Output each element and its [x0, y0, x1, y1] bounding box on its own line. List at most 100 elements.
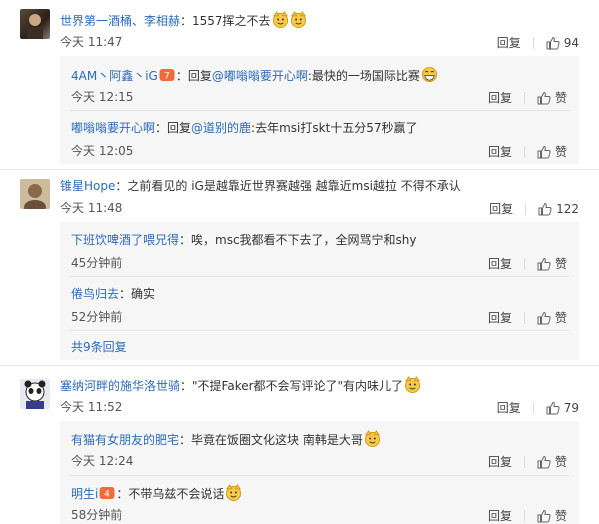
reply-body: 4AM丶阿鑫丶iG 7 ：回复@嘟嗡嗡要开心啊:最快的一场国际比赛: [71, 66, 438, 84]
comment-text: ：1557挥之不去: [180, 14, 271, 28]
like-count: 79: [563, 400, 579, 415]
comment-time: 今天 11:47: [60, 35, 123, 49]
reply-text: :最快的一场国际比赛: [307, 69, 420, 83]
reply-user[interactable]: 明生i: [71, 487, 98, 501]
reply-text: ：毕竟在饭圈文化这块 南韩是大哥: [179, 433, 363, 447]
comment-body: 世界第一酒桶、李相赫：1557挥之不去: [60, 11, 307, 29]
comment-time: 今天 11:52: [60, 400, 123, 414]
reply-item: 4AM丶阿鑫丶iG 7 ：回复@嘟嗡嗡要开心啊:最快的一场国际比赛 今天 12:15…: [60, 56, 579, 110]
vip-badge-icon: 7: [159, 69, 175, 82]
like-label: 赞: [554, 91, 567, 105]
like-button[interactable]: 赞: [537, 453, 567, 470]
like-button[interactable]: 122: [538, 202, 579, 216]
reply-actions: 回复 赞: [488, 255, 567, 272]
reply-button[interactable]: 回复: [488, 309, 512, 326]
reply-user[interactable]: 4AM丶阿鑫丶iG: [71, 69, 158, 83]
divider: [532, 36, 534, 49]
avatar[interactable]: [20, 9, 50, 39]
divider: [70, 330, 569, 331]
reply-mention[interactable]: @道别的鹿: [191, 121, 251, 135]
avatar-image: [27, 14, 43, 39]
like-label: 赞: [554, 145, 567, 159]
reply-prefix: ：回复: [175, 69, 212, 83]
svg-text:7: 7: [164, 72, 170, 82]
reply-body: 嘟嗡嗡要开心啊：回复@道别的鹿:去年msi打skt十五分57秒赢了: [71, 120, 418, 136]
reply-button[interactable]: 回复: [497, 34, 521, 51]
emoji-icon: [226, 484, 242, 501]
thumbs-up-icon: [537, 91, 551, 104]
reply-time: 今天 12:24: [71, 454, 134, 468]
reply-actions: 回复 赞: [488, 89, 567, 106]
reply-actions: 回复 赞: [488, 143, 567, 160]
comment-user[interactable]: 世界第一酒桶、李相赫: [60, 14, 180, 28]
like-count: 94: [563, 35, 579, 50]
like-button[interactable]: 赞: [537, 143, 567, 160]
like-button[interactable]: 赞: [537, 507, 567, 524]
reply-button[interactable]: 回复: [488, 507, 512, 524]
reply-button[interactable]: 回复: [488, 89, 512, 106]
avatar-image: [20, 379, 50, 409]
reply-item: 下班饮啤酒了喂兄得：唉，msc我都看不下去了，全网骂宁和shy 45分钟前 回复…: [60, 222, 579, 276]
reply-actions: 回复 赞: [488, 453, 567, 470]
like-button[interactable]: 79: [546, 401, 579, 415]
emoji-icon: [405, 376, 421, 393]
like-count: 122: [556, 201, 579, 216]
thumbs-up-icon: [537, 257, 551, 270]
avatar[interactable]: [20, 179, 50, 209]
reply-mention[interactable]: @嘟嗡嗡要开心啊: [212, 69, 308, 83]
reply-item: 明生i 4 ：不带乌兹不会说话 58分钟前 回复 赞: [60, 475, 579, 524]
divider: [523, 311, 525, 324]
vip-badge-icon: 4: [99, 487, 115, 500]
reply-body: 有猫有女朋友的肥宅：毕竟在饭圈文化这块 南韩是大哥: [71, 430, 381, 448]
reply-user[interactable]: 倦鸟归去: [71, 287, 119, 301]
comment-body: 塞纳河畔的施华洛世骑："不提Faker都不会写评论了"有内味儿了: [60, 376, 421, 394]
divider: [523, 509, 525, 522]
reply-user[interactable]: 嘟嗡嗡要开心啊: [71, 121, 155, 135]
reply-text: :去年msi打skt十五分57秒赢了: [251, 121, 418, 135]
reply-button[interactable]: 回复: [488, 453, 512, 470]
reply-time: 58分钟前: [71, 508, 123, 522]
reply-time: 今天 12:05: [71, 144, 134, 158]
like-button[interactable]: 赞: [537, 89, 567, 106]
thumbs-up-icon: [537, 509, 551, 522]
thumbs-up-icon: [537, 455, 551, 468]
like-button[interactable]: 赞: [537, 309, 567, 326]
reply-button[interactable]: 回复: [489, 200, 513, 217]
comment-user[interactable]: 锥星Hope: [60, 179, 115, 193]
like-button[interactable]: 赞: [537, 255, 567, 272]
comment-text: ："不提Faker都不会写评论了"有内味儿了: [180, 379, 404, 393]
comment: 世界第一酒桶、李相赫：1557挥之不去 今天 11:47 回复 94 4AM丶阿…: [0, 0, 599, 170]
comment-text: ：之前看见的 iG是越靠近世界赛越强 越靠近msi越拉 不得不承认: [115, 179, 461, 193]
divider: [523, 257, 525, 270]
comment: 塞纳河畔的施华洛世骑："不提Faker都不会写评论了"有内味儿了 今天 11:5…: [0, 366, 599, 524]
reply-prefix: ：回复: [155, 121, 192, 135]
comment-actions: 回复 122: [489, 200, 579, 217]
like-label: 赞: [554, 509, 567, 523]
avatar[interactable]: [20, 379, 50, 409]
reply-list: 4AM丶阿鑫丶iG 7 ：回复@嘟嗡嗡要开心啊:最快的一场国际比赛 今天 12:15…: [60, 56, 579, 164]
thumbs-up-icon: [546, 36, 560, 49]
reply-button[interactable]: 回复: [488, 255, 512, 272]
reply-user[interactable]: 有猫有女朋友的肥宅: [71, 433, 179, 447]
comment-time: 今天 11:48: [60, 201, 123, 215]
avatar-image: [20, 179, 50, 209]
comment: 锥星Hope：之前看见的 iG是越靠近世界赛越强 越靠近msi越拉 不得不承认 …: [0, 170, 599, 365]
divider: [523, 91, 525, 104]
divider: [532, 401, 534, 414]
reply-user[interactable]: 下班饮啤酒了喂兄得: [71, 233, 179, 247]
divider: [523, 455, 525, 468]
reply-text: ：不带乌兹不会说话: [116, 487, 225, 501]
reply-time: 今天 12:15: [71, 90, 134, 104]
reply-body: 倦鸟归去：确实: [71, 286, 155, 302]
emoji-icon: [364, 430, 380, 447]
comment-actions: 回复 94: [497, 34, 579, 51]
reply-actions: 回复 赞: [488, 309, 567, 326]
like-button[interactable]: 94: [546, 36, 579, 50]
reply-text: ：唉，msc我都看不下去了，全网骂宁和shy: [179, 233, 417, 247]
more-replies-link[interactable]: 共9条回复: [71, 339, 127, 355]
reply-text: ：确实: [119, 287, 156, 301]
reply-button[interactable]: 回复: [488, 143, 512, 160]
reply-body: 明生i 4 ：不带乌兹不会说话: [71, 484, 242, 502]
comment-user[interactable]: 塞纳河畔的施华洛世骑: [60, 379, 180, 393]
reply-button[interactable]: 回复: [497, 399, 521, 416]
